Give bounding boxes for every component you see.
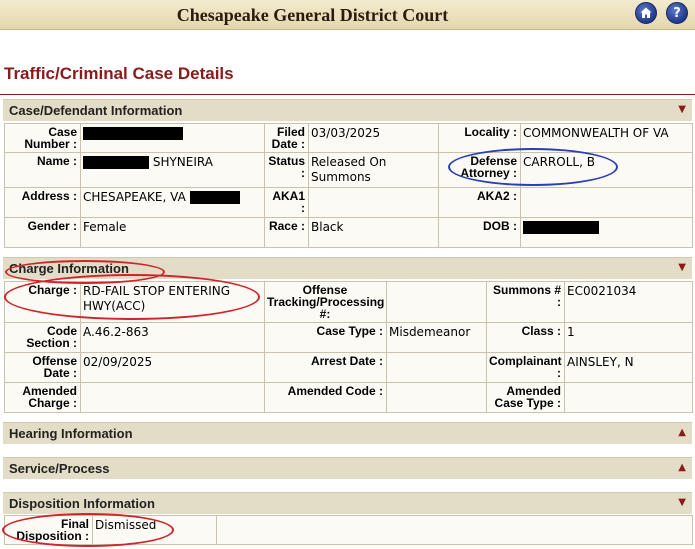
final-disposition-value: Dismissed xyxy=(92,515,217,545)
expand-arrow-icon[interactable]: ▲ xyxy=(678,462,686,473)
status-value: Released On Summons xyxy=(308,152,439,188)
aka1-label: AKA1 : xyxy=(264,187,309,218)
status-label: Status : xyxy=(264,152,309,188)
case-type-value: Misdemeanor xyxy=(386,322,487,353)
address-value: CHESAPEAKE, VA xyxy=(80,187,265,218)
page-title: Traffic/Criminal Case Details xyxy=(4,64,234,83)
race-value: Black xyxy=(308,217,439,248)
charge-label: Charge : xyxy=(4,281,81,323)
charge-table: Charge : RD-FAIL STOP ENTERING HWY(ACC) … xyxy=(4,281,693,413)
top-bar: Chesapeake General District Court ? xyxy=(0,0,695,30)
disposition-empty-cell xyxy=(216,515,693,545)
redaction-bar xyxy=(83,156,149,169)
amended-case-type-label: Amended Case Type : xyxy=(486,382,565,413)
class-value: 1 xyxy=(564,322,693,353)
name-suffix: SHYNEIRA xyxy=(152,155,213,169)
offense-date-label: Offense Date : xyxy=(4,352,81,383)
aka2-label: AKA2 : xyxy=(438,187,521,218)
amended-charge-value xyxy=(80,382,265,413)
locality-value: COMMONWEALTH OF VA xyxy=(520,123,693,153)
final-disposition-label: Final Disposition : xyxy=(4,515,93,545)
section-title: Disposition Information xyxy=(9,496,155,511)
collapse-arrow-icon[interactable]: ▼ xyxy=(678,104,686,115)
case-number-value xyxy=(80,123,265,153)
summons-value: EC0021034 xyxy=(564,281,693,323)
help-icon: ? xyxy=(673,5,681,21)
redaction-bar xyxy=(523,221,599,234)
class-label: Class : xyxy=(486,322,565,353)
gender-value: Female xyxy=(80,217,265,248)
address-label: Address : xyxy=(4,187,81,218)
home-button[interactable] xyxy=(635,2,657,24)
gender-label: Gender : xyxy=(4,217,81,248)
summons-label: Summons # : xyxy=(486,281,565,323)
code-section-value: A.46.2-863 xyxy=(80,322,265,353)
aka1-value xyxy=(308,187,439,218)
amended-code-value xyxy=(386,382,487,413)
section-title: Charge Information xyxy=(9,261,129,276)
address-text: CHESAPEAKE, VA xyxy=(83,190,186,204)
redaction-bar xyxy=(189,191,240,204)
redaction-bar xyxy=(83,127,183,140)
section-header-hearing[interactable]: Hearing Information ▲ xyxy=(3,422,692,444)
defense-attorney-label: Defense Attorney : xyxy=(438,152,521,188)
filed-date-label: Filed Date : xyxy=(264,123,309,153)
collapse-arrow-icon[interactable]: ▼ xyxy=(678,497,686,508)
amended-code-label: Amended Code : xyxy=(264,382,387,413)
name-value: SHYNEIRA xyxy=(80,152,265,188)
collapse-arrow-icon[interactable]: ▼ xyxy=(678,262,686,273)
complainant-value: AINSLEY, N xyxy=(564,352,693,383)
expand-arrow-icon[interactable]: ▲ xyxy=(678,427,686,438)
locality-label: Locality : xyxy=(438,123,521,153)
complainant-label: Complainant : xyxy=(486,352,565,383)
case-table: Case Number : Filed Date : 03/03/2025 Lo… xyxy=(4,123,693,248)
court-title: Chesapeake General District Court xyxy=(176,5,449,25)
offense-tracking-label: Offense Tracking/Processing #: xyxy=(264,281,387,323)
code-section-label: Code Section : xyxy=(4,322,81,353)
disposition-table: Final Disposition : Dismissed xyxy=(4,515,693,545)
dob-value xyxy=(520,217,693,248)
charge-value: RD-FAIL STOP ENTERING HWY(ACC) xyxy=(80,281,265,323)
section-title: Hearing Information xyxy=(9,426,133,441)
offense-date-value: 02/09/2025 xyxy=(80,352,265,383)
amended-case-type-value xyxy=(564,382,693,413)
dob-label: DOB : xyxy=(438,217,521,248)
section-header-charge[interactable]: Charge Information ▼ xyxy=(3,257,692,279)
case-number-label: Case Number : xyxy=(4,123,81,153)
race-label: Race : xyxy=(264,217,309,248)
section-title: Case/Defendant Information xyxy=(9,103,183,118)
arrest-date-label: Arrest Date : xyxy=(264,352,387,383)
defense-attorney-value: CARROLL, B xyxy=(520,152,693,188)
name-label: Name : xyxy=(4,152,81,188)
home-icon xyxy=(640,7,652,18)
arrest-date-value xyxy=(386,352,487,383)
section-title: Service/Process xyxy=(9,461,110,476)
case-type-label: Case Type : xyxy=(264,322,387,353)
aka2-value xyxy=(520,187,693,218)
section-header-case[interactable]: Case/Defendant Information ▼ xyxy=(3,99,692,121)
section-header-disposition[interactable]: Disposition Information ▼ xyxy=(3,492,692,514)
filed-date-value: 03/03/2025 xyxy=(308,123,439,153)
amended-charge-label: Amended Charge : xyxy=(4,382,81,413)
offense-tracking-value xyxy=(386,281,487,323)
help-button[interactable]: ? xyxy=(666,2,688,24)
section-header-service[interactable]: Service/Process ▲ xyxy=(3,457,692,479)
title-divider xyxy=(0,94,695,95)
